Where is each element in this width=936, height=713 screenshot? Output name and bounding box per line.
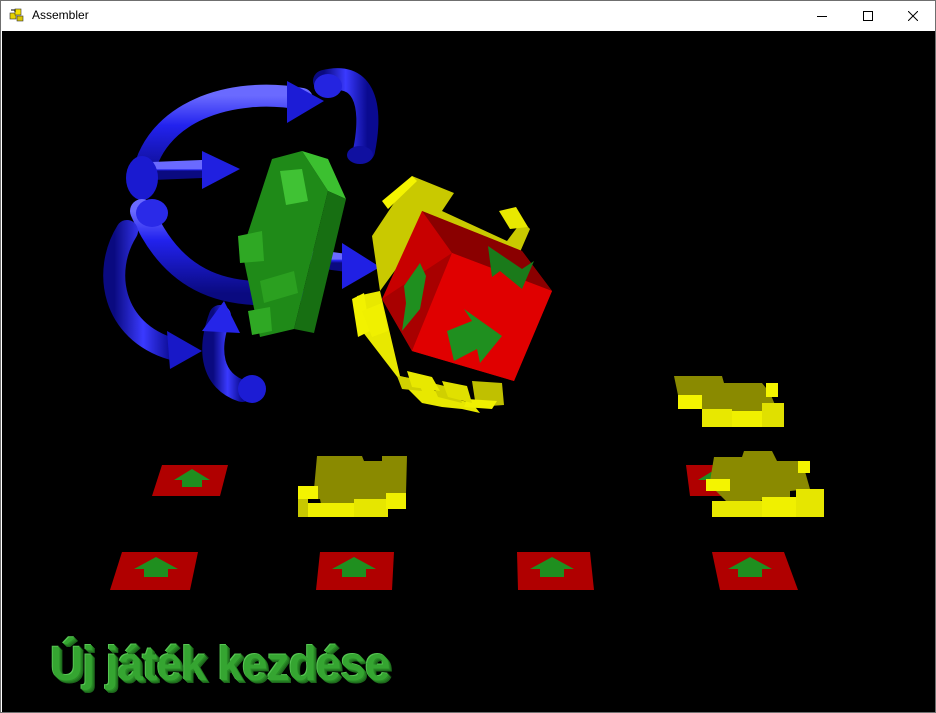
close-icon (908, 11, 918, 21)
board-tile[interactable] (110, 552, 198, 590)
yellow-piece[interactable] (298, 456, 407, 517)
game-scene[interactable]: Új játék kezdése (2, 31, 935, 712)
minimize-icon (817, 16, 827, 17)
assembly-cube[interactable] (352, 176, 552, 413)
title-bar[interactable]: Assembler (1, 1, 935, 31)
yellow-piece[interactable] (674, 376, 784, 427)
window-title: Assembler (32, 8, 89, 22)
maximize-button[interactable] (845, 1, 891, 31)
board-tile[interactable] (152, 465, 228, 496)
close-button[interactable] (890, 1, 936, 31)
green-piece[interactable] (238, 151, 346, 337)
board-tile[interactable] (517, 552, 594, 590)
new-game-menu-item[interactable]: Új játék kezdése (50, 635, 390, 692)
app-window: Assembler Új játék kezdése (0, 0, 936, 713)
board-pieces[interactable] (298, 376, 824, 517)
minimize-button[interactable] (799, 1, 845, 31)
maximize-icon (863, 11, 873, 21)
app-icon (9, 7, 25, 23)
board-tiles[interactable] (110, 465, 798, 590)
board-tile[interactable] (316, 552, 394, 590)
board-tile[interactable] (712, 552, 798, 590)
yellow-piece[interactable] (706, 451, 824, 517)
